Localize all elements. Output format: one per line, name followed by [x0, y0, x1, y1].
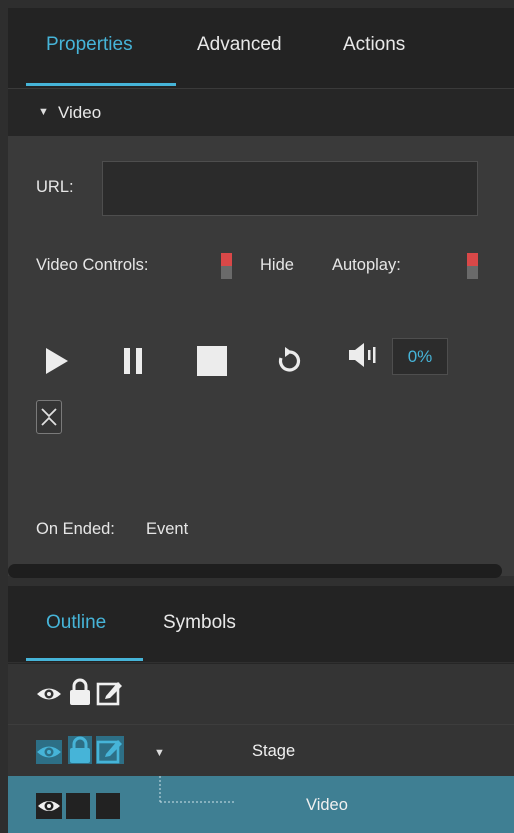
edit-toggle[interactable] [96, 793, 120, 819]
video-controls-label: Video Controls: [36, 256, 149, 274]
hide-label: Hide [260, 256, 294, 274]
visibility-eye-icon[interactable] [36, 793, 62, 819]
active-outline-tab-indicator [26, 658, 143, 661]
tree-connector-line [159, 776, 236, 803]
property-tabs: Properties Advanced Actions [8, 8, 514, 88]
lock-icon[interactable] [68, 736, 92, 764]
edit-icon[interactable] [96, 678, 124, 706]
collapse-arrows-icon [41, 408, 57, 426]
video-section-header[interactable]: ▼ Video [8, 88, 514, 137]
section-title: Video [58, 103, 102, 122]
volume-icon[interactable] [348, 342, 380, 368]
tab-outline[interactable]: Outline [46, 612, 106, 634]
properties-panel: Properties Advanced Actions ▼ Video URL:… [8, 8, 514, 833]
lock-toggle[interactable] [66, 793, 90, 819]
visibility-eye-icon[interactable] [36, 682, 62, 706]
horizontal-scrollbar[interactable] [8, 564, 502, 578]
on-ended-label: On Ended: [36, 520, 115, 538]
volume-value[interactable]: 0% [392, 338, 448, 375]
tab-properties[interactable]: Properties [46, 34, 133, 56]
url-label: URL: [36, 178, 74, 196]
lock-icon[interactable] [68, 678, 92, 706]
replay-icon[interactable] [274, 345, 304, 377]
outline-tabs: Outline Symbols [8, 586, 514, 662]
tab-advanced[interactable]: Advanced [197, 34, 282, 56]
autoplay-toggle[interactable] [467, 253, 478, 279]
expand-triangle-icon[interactable]: ▼ [38, 106, 49, 118]
tab-symbols[interactable]: Symbols [163, 612, 236, 634]
url-input[interactable] [102, 161, 478, 216]
video-properties: URL: Video Controls: Hide Autoplay: 0% O… [8, 136, 514, 576]
outline-header-row [8, 663, 514, 724]
video-controls-toggle[interactable] [221, 253, 232, 279]
pause-icon[interactable] [122, 346, 144, 376]
tree-row-stage[interactable]: ▼ Stage [8, 724, 514, 777]
stop-icon[interactable] [196, 345, 228, 377]
visibility-eye-icon[interactable] [36, 740, 62, 764]
autoplay-label: Autoplay: [332, 256, 401, 274]
play-icon[interactable] [44, 346, 70, 376]
tree-label: Video [306, 796, 348, 814]
on-ended-event[interactable]: Event [146, 520, 188, 539]
active-tab-indicator [26, 83, 176, 86]
tree-label: Stage [252, 742, 296, 760]
tree-row-video[interactable]: Video [8, 776, 514, 833]
tab-actions[interactable]: Actions [343, 34, 405, 56]
fullscreen-toggle[interactable] [36, 400, 62, 434]
edit-icon[interactable] [96, 736, 124, 764]
expand-triangle-icon[interactable]: ▼ [154, 747, 165, 759]
